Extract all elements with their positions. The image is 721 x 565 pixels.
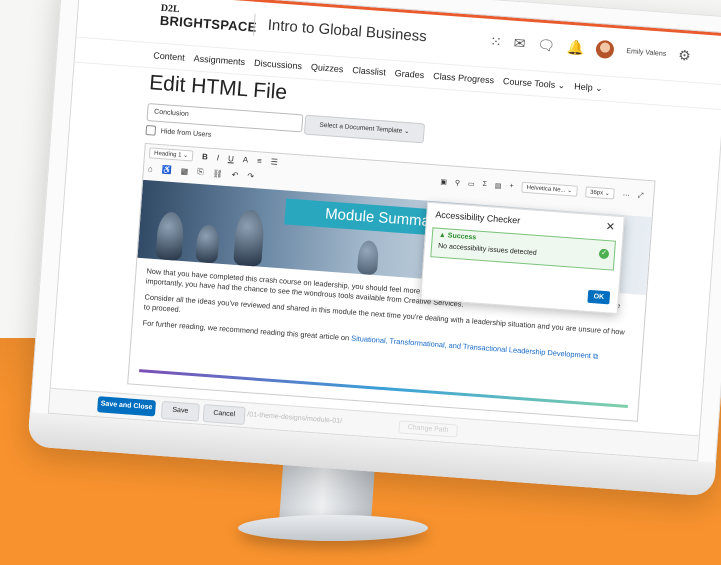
redo-icon[interactable]: ↷ — [247, 171, 254, 180]
attach-icon[interactable]: ⚲ — [455, 178, 461, 186]
size-select[interactable]: 36px ⌄ — [584, 186, 616, 200]
fullscreen-icon[interactable]: ⤢ — [637, 192, 644, 200]
chevron-down-icon: ⌄ — [403, 127, 410, 136]
nav-item-grades[interactable]: Grades — [394, 68, 424, 80]
select-template-label: Select a Document Template — [319, 121, 403, 135]
hide-from-users-row: Hide from Users — [145, 125, 211, 140]
insert-stuff-icon[interactable]: ▣ — [440, 177, 447, 185]
course-title[interactable]: Intro to Global Business — [267, 17, 427, 46]
size-select-value: 36px — [589, 189, 604, 197]
cancel-button[interactable]: Cancel — [202, 403, 246, 426]
ok-button[interactable]: OK — [587, 289, 611, 305]
mail-icon[interactable]: ✉ — [513, 34, 526, 52]
accessibility-icon[interactable]: ♿ — [162, 165, 173, 175]
warning-triangle-icon: ▲ — [438, 231, 447, 240]
success-alert: ▲ Success No accessibility issues detect… — [430, 227, 616, 271]
select-template-button[interactable]: Select a Document Template ⌄ — [303, 114, 426, 144]
format-select[interactable]: Heading 1 ⌄ — [148, 147, 194, 162]
hide-from-users-checkbox[interactable] — [145, 125, 157, 136]
chess-piece-image — [356, 239, 380, 276]
success-label: ▲ Success — [439, 232, 477, 242]
nav-item-assignments[interactable]: Assignments — [193, 53, 245, 67]
success-message: No accessibility issues detected — [437, 242, 537, 257]
external-link-icon: ⧉ — [592, 351, 599, 361]
toolbar-row-2: ⌂ ♿ ▦ ⎘ ⛓ ↶ ↷ — [148, 163, 255, 181]
screen: D2L BRIGHTSPACE Intro to Global Business… — [47, 0, 721, 462]
layout-icon[interactable]: ▤ — [495, 181, 502, 189]
chat-icon[interactable]: 🗨 — [537, 36, 556, 54]
list-icon[interactable]: ☰ — [270, 157, 278, 167]
brightspace-logo[interactable]: D2L BRIGHTSPACE — [159, 3, 257, 35]
link-icon[interactable]: ⛓ — [212, 169, 223, 179]
more-icon[interactable]: ⋯ — [622, 191, 630, 199]
preview-icon[interactable]: ⎘ — [197, 167, 204, 177]
monitor: D2L BRIGHTSPACE Intro to Global Business… — [27, 0, 721, 497]
avatar[interactable] — [595, 39, 616, 60]
header-icons: ⁙ ✉ 🗨 🔔 Emily Valens ⚙ — [489, 32, 692, 65]
success-status: Success — [447, 232, 477, 242]
table-icon[interactable]: ▦ — [180, 166, 188, 176]
equation-icon[interactable]: Σ — [482, 181, 487, 188]
check-circle-icon: ✓ — [598, 248, 610, 260]
paint-format-icon[interactable]: ⌂ — [148, 164, 153, 173]
font-select-value: Helvetica Ne... — [526, 185, 566, 194]
nav-item-class-progress[interactable]: Class Progress — [433, 71, 495, 85]
chess-piece-image — [195, 224, 221, 264]
nav-item-help[interactable]: Help ⌄ — [574, 81, 603, 94]
file-path: /01-theme-designs/module-01/ — [246, 411, 343, 426]
chess-piece-image — [155, 211, 185, 261]
align-icon[interactable]: ≡ — [257, 156, 262, 165]
accessibility-checker-dialog: Accessibility Checker ✕ ▲ Success No acc… — [420, 201, 625, 315]
nav-item-quizzes[interactable]: Quizzes — [311, 62, 344, 74]
nav-item-discussions[interactable]: Discussions — [254, 58, 303, 71]
nav-item-classlist[interactable]: Classlist — [352, 65, 386, 77]
save-and-close-button[interactable]: Save and Close — [97, 396, 157, 417]
hide-from-users-label: Hide from Users — [160, 127, 212, 139]
italic-icon[interactable]: I — [216, 153, 219, 162]
change-path-button[interactable]: Change Path — [398, 420, 458, 438]
user-name[interactable]: Emily Valens — [626, 47, 666, 57]
undo-icon[interactable]: ↶ — [231, 170, 238, 179]
bold-icon[interactable]: B — [202, 152, 208, 161]
monitor-base — [238, 515, 428, 541]
bell-icon[interactable]: 🔔 — [566, 38, 586, 56]
chess-piece-image — [233, 208, 266, 267]
toolbar-right: ▣ ⚲ ▭ Σ ▤ + Helvetica Ne... ⌄ 36px ⌄ ⋯ ⤢ — [440, 176, 644, 202]
nav-item-course-tools[interactable]: Course Tools ⌄ — [503, 76, 566, 92]
underline-icon[interactable]: U — [228, 154, 234, 163]
font-select[interactable]: Helvetica Ne... ⌄ — [521, 181, 578, 197]
waffle-icon[interactable]: ⁙ — [489, 32, 503, 50]
dialog-title: Accessibility Checker — [435, 209, 521, 226]
add-icon[interactable]: + — [509, 183, 514, 190]
gear-icon[interactable]: ⚙ — [678, 46, 692, 64]
close-icon[interactable]: ✕ — [605, 220, 615, 234]
save-button[interactable]: Save — [160, 400, 200, 422]
image-icon[interactable]: ▭ — [468, 179, 475, 187]
text-color-icon[interactable]: A — [242, 155, 248, 164]
format-select-value: Heading 1 — [153, 150, 182, 159]
nav-item-content[interactable]: Content — [153, 50, 185, 62]
